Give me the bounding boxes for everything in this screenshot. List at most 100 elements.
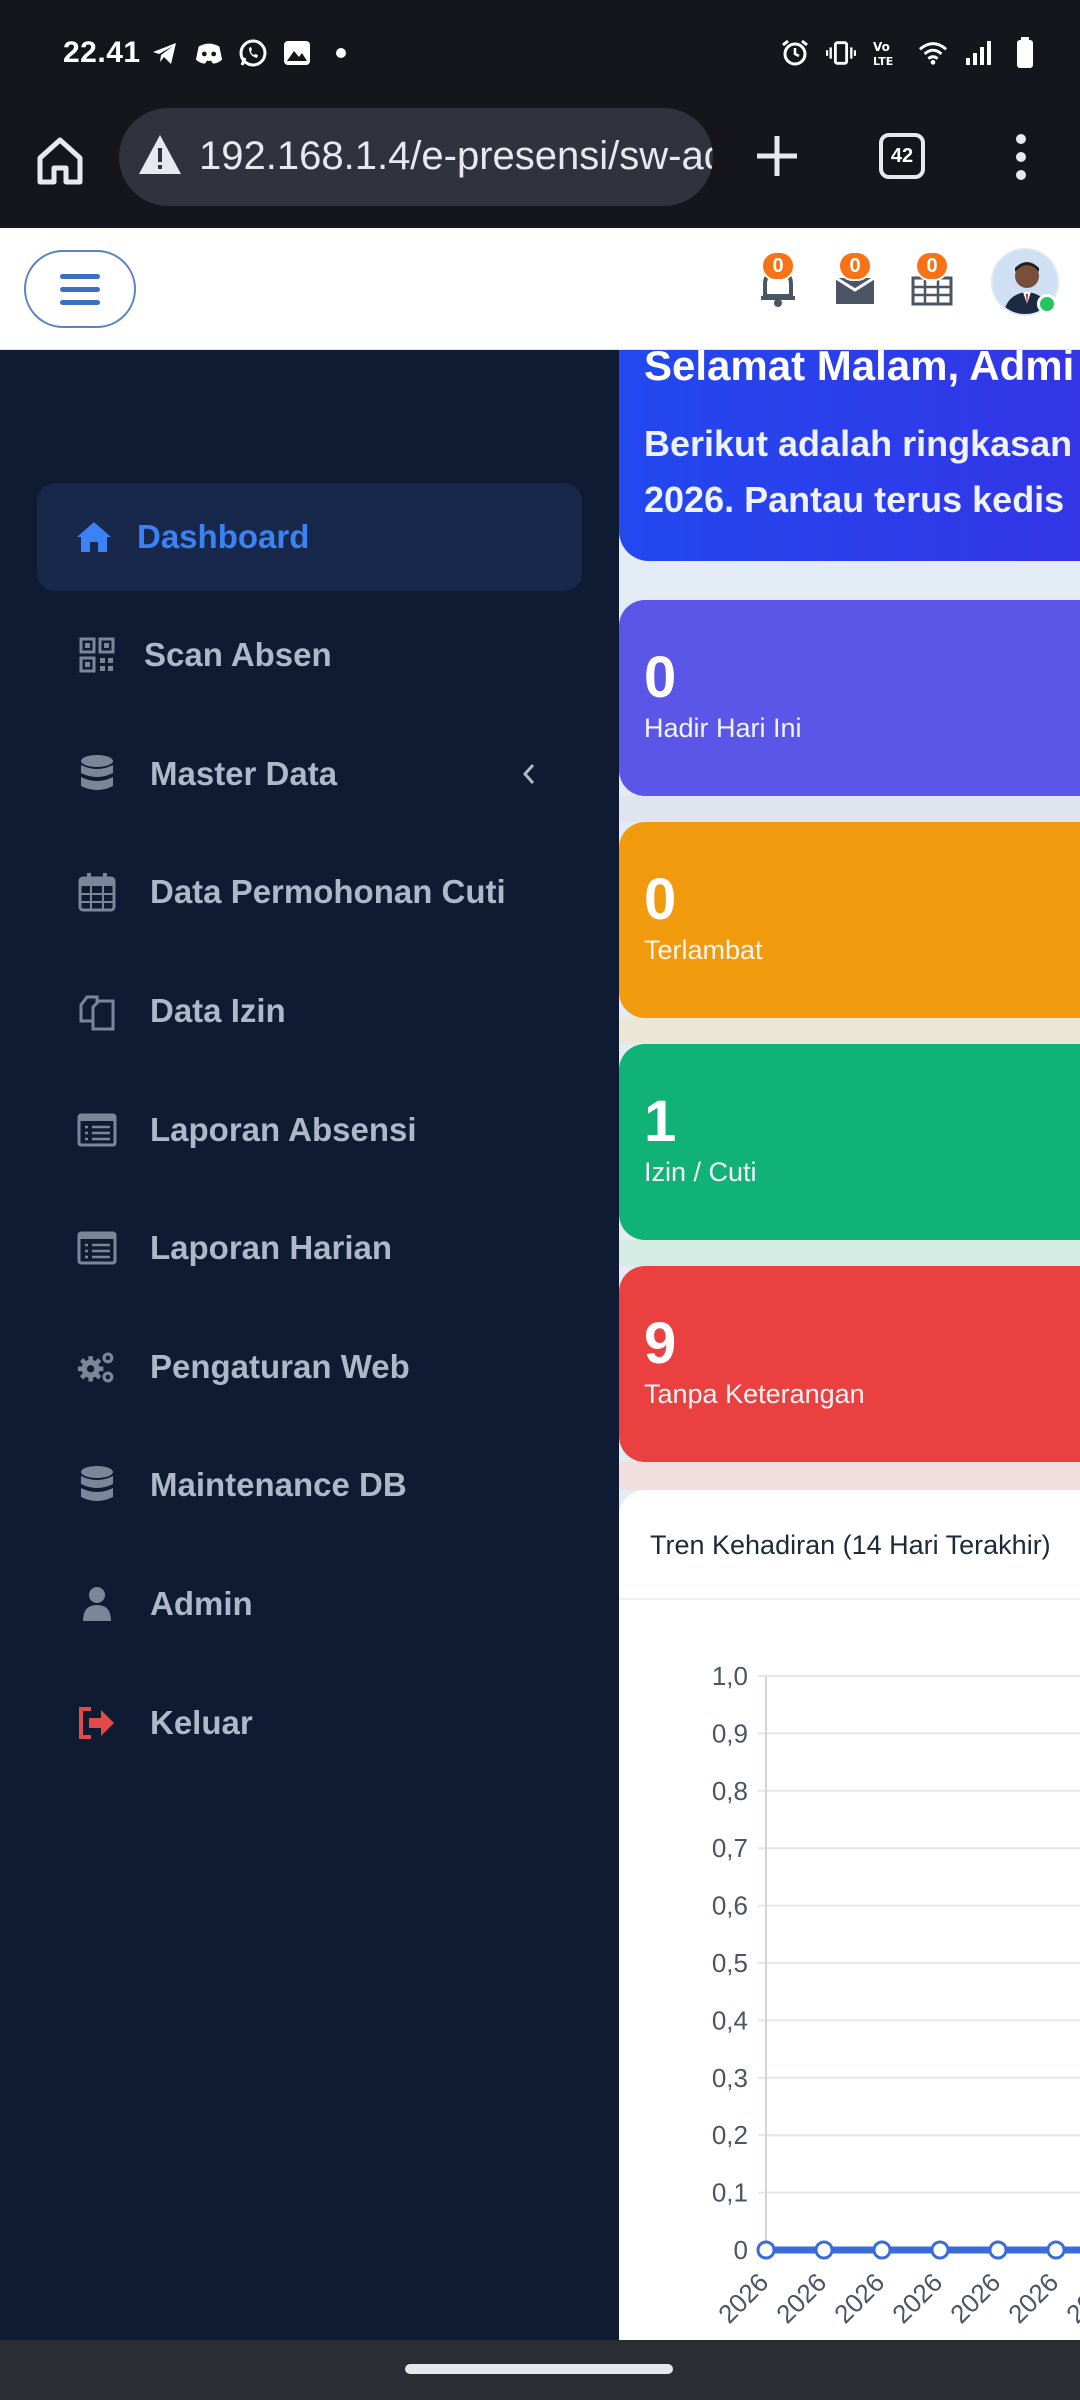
y-tick-label: 0: [734, 2235, 748, 2265]
database-icon: [77, 754, 117, 794]
x-tick-label: 2026: [828, 2267, 890, 2329]
gallery-icon: [282, 38, 312, 68]
user-icon: [77, 1584, 117, 1624]
y-tick-label: 0,4: [712, 2005, 748, 2035]
svg-text:LTE: LTE: [873, 55, 893, 68]
stat-label: Tanpa Keterangan: [644, 1379, 865, 1409]
notification-icons: [150, 38, 356, 68]
stat-label: Izin / Cuti: [644, 1157, 757, 1187]
svg-text:Vo: Vo: [873, 40, 890, 54]
stat-value: 0: [644, 867, 677, 932]
sidebar-item-laporan-absensi[interactable]: Laporan Absensi: [37, 1076, 582, 1184]
attendance-trend-card: Tren Kehadiran (14 Hari Terakhir) 1,0 0,9…: [619, 1490, 1080, 2340]
sidebar-item-dashboard[interactable]: Dashboard: [37, 483, 582, 591]
logout-icon: [77, 1703, 117, 1743]
stat-card-tanpa-keterangan[interactable]: 9 Tanpa Keterangan: [619, 1266, 1080, 1462]
x-tick-label: 2026: [944, 2267, 1006, 2329]
warning-icon: [139, 135, 181, 174]
discord-icon: [194, 38, 224, 68]
card-gap: [619, 1462, 1080, 1490]
y-tick-label: 0,9: [712, 1718, 748, 1748]
sidebar-item-keluar[interactable]: Keluar: [37, 1669, 582, 1777]
hamburger-icon-bar: [60, 273, 100, 279]
notification-bell-button[interactable]: 0: [753, 251, 803, 310]
sidebar-item-scan-absen[interactable]: Scan Absen: [37, 601, 582, 709]
more-vertical-icon: [1016, 134, 1026, 180]
sidebar-toggle-button[interactable]: [24, 250, 136, 328]
stat-label: Hadir Hari Ini: [644, 713, 802, 743]
status-time: 22.41: [63, 36, 141, 69]
stat-card-hadir[interactable]: 0 Hadir Hari Ini: [619, 600, 1080, 796]
welcome-subtitle-line: Berikut adalah ringkasan: [644, 423, 1073, 464]
stat-label: Terlambat: [644, 935, 763, 965]
card-gap: [619, 1240, 1080, 1266]
x-tick-label: 2026: [886, 2267, 948, 2329]
data-point: [1046, 2240, 1066, 2260]
data-point: [756, 2240, 776, 2260]
welcome-banner: Selamat Malam, Admi Berikut adalah ringk…: [619, 350, 1080, 561]
browser-menu-button[interactable]: [1008, 133, 1034, 181]
sidebar-item-label: Scan Absen: [144, 636, 332, 673]
sidebar-item-pengaturan-web[interactable]: Pengaturan Web: [37, 1313, 582, 1421]
y-tick-label: 0,2: [712, 2120, 748, 2150]
navigation-gesture-bar: [0, 2340, 1080, 2400]
sidebar-item-label: Laporan Absensi: [150, 1111, 417, 1148]
documents-icon: [77, 991, 117, 1031]
y-tick-label: 0,7: [712, 1833, 748, 1863]
sidebar-item-label: Maintenance DB: [150, 1466, 407, 1503]
list-icon: [77, 1228, 117, 1268]
data-point: [814, 2240, 834, 2260]
home-gesture-handle[interactable]: [405, 2364, 673, 2374]
sidebar-item-laporan-harian[interactable]: Laporan Harian: [37, 1194, 582, 1302]
list-icon: [77, 1110, 117, 1150]
stat-card-izin-cuti[interactable]: 1 Izin / Cuti: [619, 1044, 1080, 1240]
plus-icon: [757, 136, 797, 176]
chevron-left-icon: [517, 759, 541, 789]
sidebar-item-label: Admin: [150, 1585, 253, 1622]
sidebar-item-label: Data Permohonan Cuti: [150, 873, 506, 910]
inbox-badge: 0: [838, 251, 872, 281]
welcome-title: Selamat Malam, Admi: [644, 350, 1075, 389]
volte-icon: Vo LTE: [872, 38, 902, 68]
sidebar-item-label: Data Izin: [150, 992, 286, 1029]
sidebar-item-data-izin[interactable]: Data Izin: [37, 957, 582, 1065]
tab-switcher-button[interactable]: 42: [879, 133, 925, 179]
main-content: Selamat Malam, Admi Berikut adalah ringk…: [619, 350, 1080, 2340]
y-tick-label: 0,1: [712, 2178, 748, 2208]
welcome-subtitle: Berikut adalah ringkasan 2026. Pantau te…: [644, 416, 1072, 528]
calendar-button[interactable]: 0: [907, 251, 957, 310]
sidebar-item-maintenance-db[interactable]: Maintenance DB: [37, 1431, 582, 1539]
signal-icon: [964, 38, 994, 68]
system-icons: Vo LTE: [780, 37, 1040, 68]
home-icon: [74, 517, 114, 557]
stat-card-terlambat[interactable]: 0 Terlambat: [619, 822, 1080, 1018]
y-tick-label: 0,8: [712, 1776, 748, 1806]
browser-toolbar: 192.168.1.4/e-presensi/sw-admin 42: [0, 108, 1080, 228]
address-bar[interactable]: 192.168.1.4/e-presensi/sw-admin: [119, 108, 713, 206]
gears-icon: [77, 1347, 117, 1387]
x-tick-label: 2026: [1002, 2267, 1064, 2329]
card-gap: [619, 796, 1080, 822]
database-icon: [77, 1465, 117, 1505]
x-tick-label: 2026: [1060, 2267, 1080, 2329]
wifi-icon: [918, 38, 948, 68]
y-tick-label: 0,5: [712, 1948, 748, 1978]
sidebar-item-label: Dashboard: [137, 518, 310, 555]
stat-value: 1: [644, 1089, 677, 1154]
sidebar: Dashboard Scan Absen Master Data Data Pe…: [0, 350, 619, 2340]
sidebar-item-master-data[interactable]: Master Data: [37, 720, 582, 828]
dot-icon: [326, 38, 356, 68]
stat-value: 9: [644, 1311, 677, 1376]
inbox-button[interactable]: 0: [830, 251, 880, 310]
sidebar-item-data-permohonan-cuti[interactable]: Data Permohonan Cuti: [37, 838, 582, 946]
vibrate-icon: [826, 38, 856, 68]
hamburger-icon-bar: [60, 286, 100, 292]
home-button[interactable]: [30, 130, 90, 190]
new-tab-button[interactable]: [752, 131, 802, 181]
welcome-subtitle-line: 2026. Pantau terus kedis: [644, 479, 1065, 520]
x-tick-label: 2026: [770, 2267, 832, 2329]
y-tick-label: 0,6: [712, 1891, 748, 1921]
sidebar-item-admin[interactable]: Admin: [37, 1550, 582, 1658]
attendance-trend-chart: 1,00,90,80,70,60,50,40,30,20,10202620262…: [712, 1661, 1080, 2329]
sidebar-item-label: Pengaturan Web: [150, 1348, 410, 1385]
